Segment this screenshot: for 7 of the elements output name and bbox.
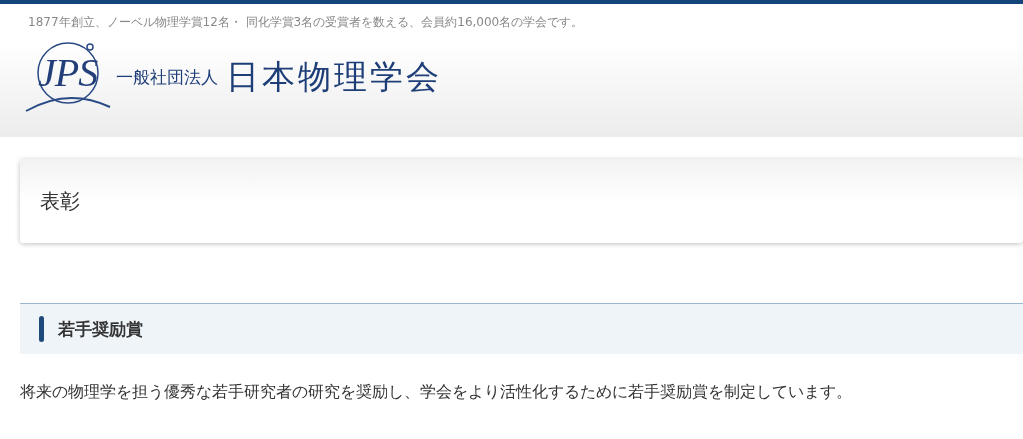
org-type: 一般社団法人 bbox=[116, 65, 218, 89]
heading-bar bbox=[39, 316, 44, 342]
tagline: 1877年創立、ノーベル物理学賞12名・ 同化学賞3名の受賞者を数える、会員約16,000名の学会です。 bbox=[28, 14, 585, 31]
org-name: 日本物理学会 bbox=[226, 55, 442, 98]
page-title: 表彰 bbox=[40, 187, 80, 215]
intro-paragraph: 将来の物理学を担う優秀な若手研究者の研究を奨励し、学会をより活性化するために若手奨励賞を制定しています。 bbox=[20, 382, 853, 403]
section-heading: 若手奨励賞 bbox=[58, 317, 143, 341]
